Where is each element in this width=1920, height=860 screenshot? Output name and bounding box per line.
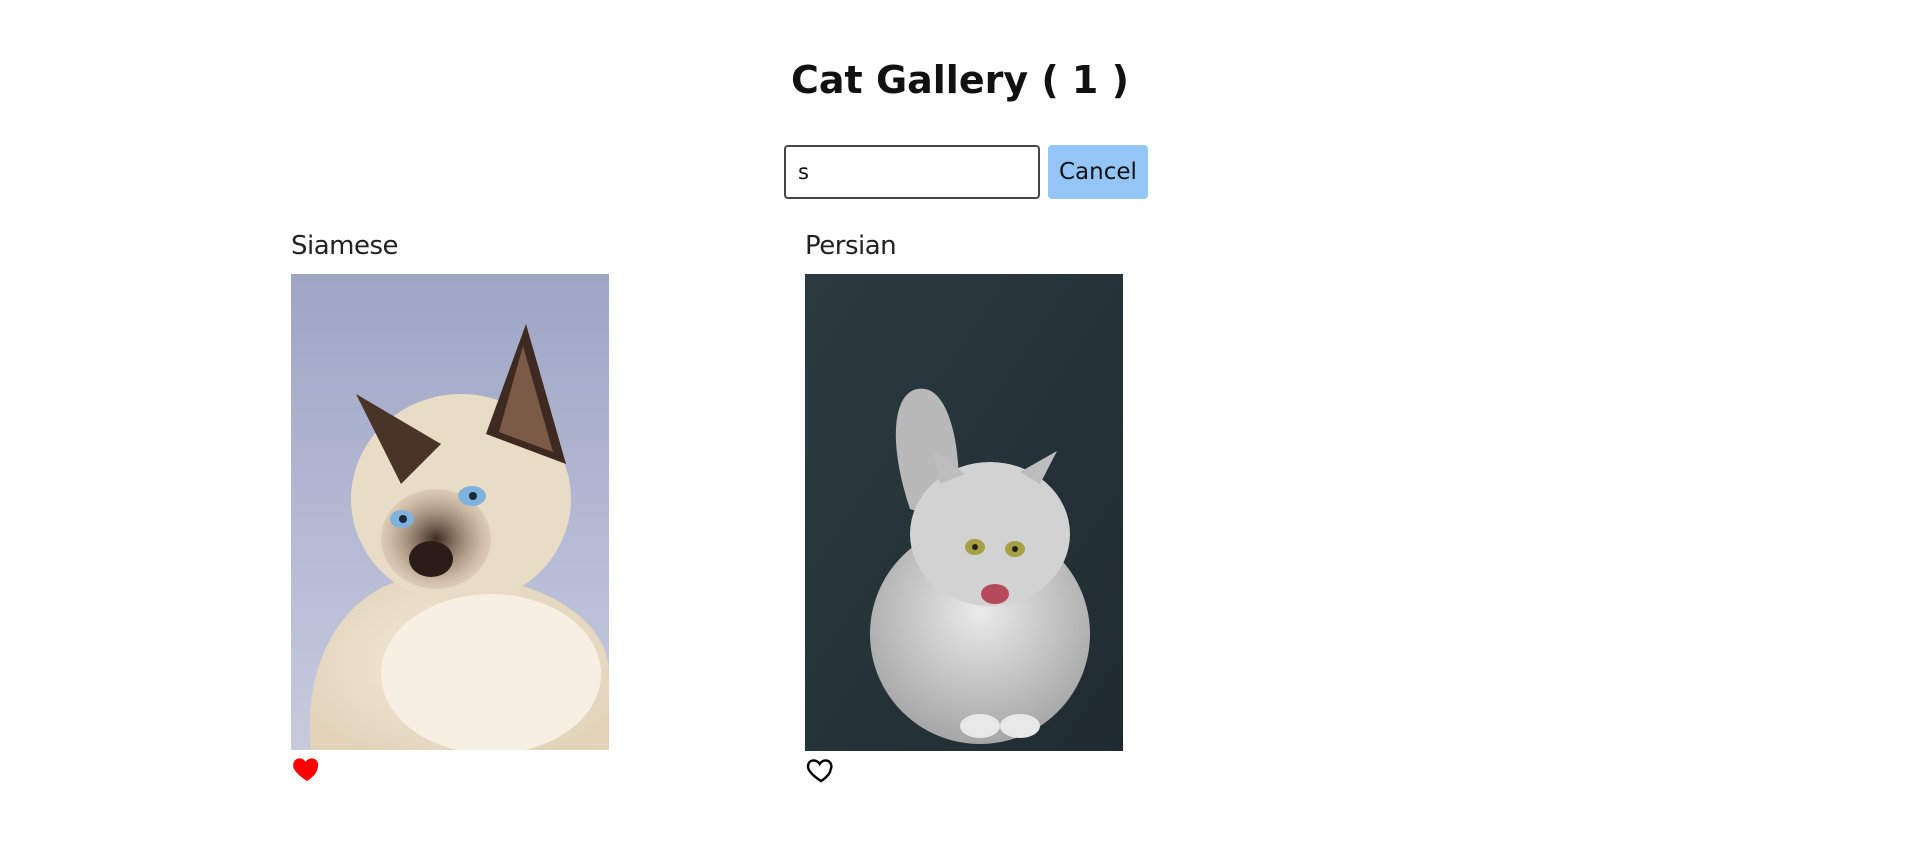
cancel-button[interactable]: Cancel bbox=[1048, 145, 1148, 199]
cat-card-persian: Persian bbox=[805, 228, 1319, 786]
cat-gallery-page: Cat Gallery ( 1 ) Cancel Siamese bbox=[0, 0, 1920, 860]
search-input[interactable] bbox=[784, 145, 1040, 199]
persian-cat-photo bbox=[805, 274, 1123, 751]
page-title-text: Cat Gallery ( 1 ) bbox=[791, 58, 1129, 102]
cat-gallery: Siamese Persian bbox=[291, 228, 1319, 786]
siamese-cat-photo bbox=[291, 274, 609, 750]
cat-image-persian bbox=[805, 274, 1319, 751]
cat-name: Siamese bbox=[291, 231, 399, 261]
search-bar: Cancel bbox=[784, 145, 1148, 199]
cat-card-siamese: Siamese bbox=[291, 228, 805, 786]
heart-outline-icon[interactable] bbox=[805, 754, 837, 786]
heart-filled-icon[interactable] bbox=[291, 753, 323, 785]
cat-image-siamese bbox=[291, 274, 805, 750]
cat-name: Persian bbox=[805, 231, 897, 261]
page-title: Cat Gallery ( 1 ) bbox=[0, 52, 1920, 108]
